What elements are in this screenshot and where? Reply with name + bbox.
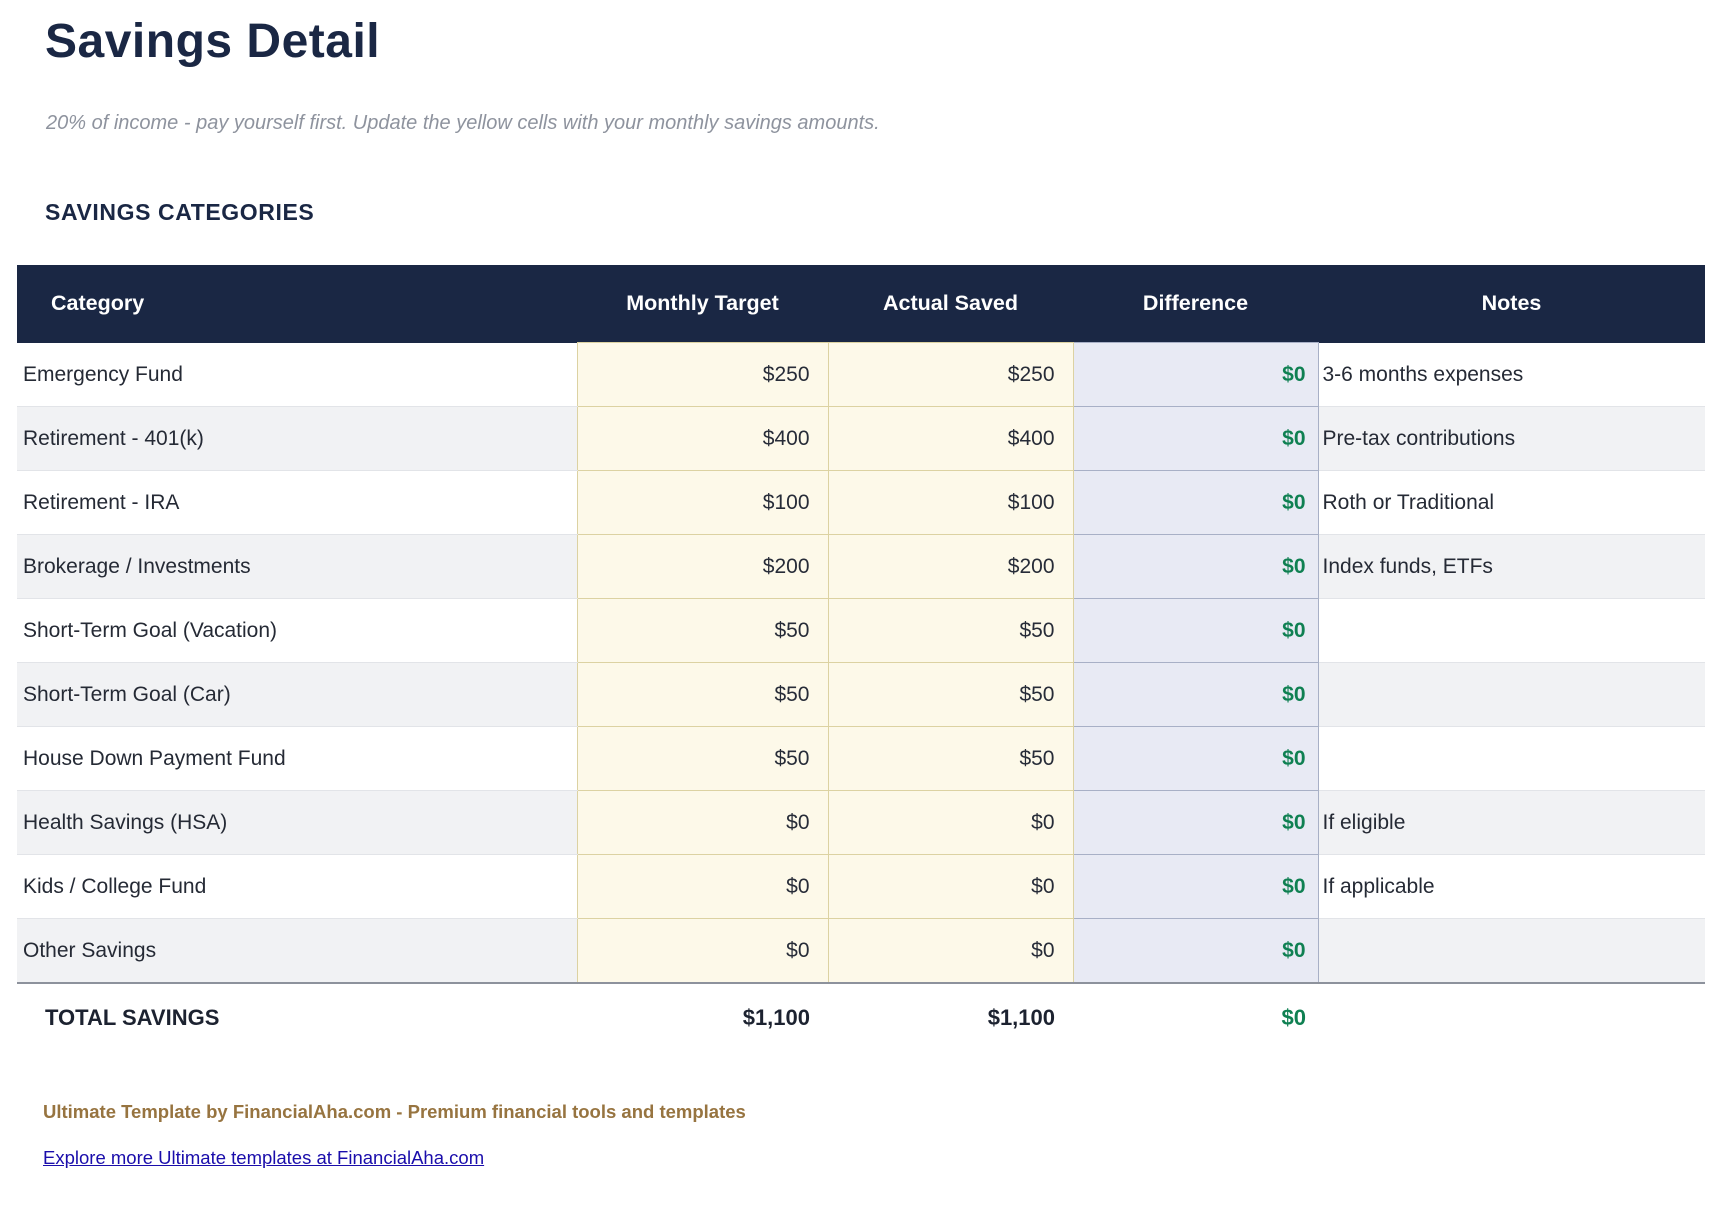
actual-saved-cell[interactable]: $400	[828, 407, 1073, 471]
category-cell: Health Savings (HSA)	[17, 791, 577, 855]
actual-saved-cell[interactable]: $50	[828, 663, 1073, 727]
actual-saved-cell[interactable]: $100	[828, 471, 1073, 535]
table-row: Retirement - IRA $100 $100 $0 Roth or Tr…	[17, 471, 1705, 535]
notes-cell	[1318, 599, 1705, 663]
actual-saved-cell[interactable]: $0	[828, 919, 1073, 984]
explore-templates-link[interactable]: Explore more Ultimate templates at Finan…	[43, 1147, 484, 1169]
table-row: Kids / College Fund $0 $0 $0 If applicab…	[17, 855, 1705, 919]
difference-cell: $0	[1073, 919, 1318, 984]
monthly-target-cell[interactable]: $0	[577, 791, 828, 855]
notes-cell: Roth or Traditional	[1318, 471, 1705, 535]
page-subtitle: 20% of income - pay yourself first. Upda…	[46, 112, 1705, 135]
category-cell: Retirement - IRA	[17, 471, 577, 535]
table-header-row: Category Monthly Target Actual Saved Dif…	[17, 265, 1705, 343]
total-difference-value: $0	[1073, 983, 1318, 1052]
savings-detail-page: Savings Detail 20% of income - pay yours…	[0, 14, 1726, 1169]
table-row: Health Savings (HSA) $0 $0 $0 If eligibl…	[17, 791, 1705, 855]
difference-cell: $0	[1073, 727, 1318, 791]
difference-cell: $0	[1073, 855, 1318, 919]
column-header-notes: Notes	[1318, 265, 1705, 343]
category-cell: Brokerage / Investments	[17, 535, 577, 599]
category-cell: Emergency Fund	[17, 343, 577, 407]
table-row: House Down Payment Fund $50 $50 $0	[17, 727, 1705, 791]
monthly-target-cell[interactable]: $100	[577, 471, 828, 535]
difference-cell: $0	[1073, 663, 1318, 727]
notes-cell: 3-6 months expenses	[1318, 343, 1705, 407]
column-header-monthly-target: Monthly Target	[577, 265, 828, 343]
section-title-savings-categories: SAVINGS CATEGORIES	[45, 199, 1705, 226]
actual-saved-cell[interactable]: $0	[828, 791, 1073, 855]
total-monthly-target-value: $1,100	[577, 983, 828, 1052]
difference-cell: $0	[1073, 343, 1318, 407]
table-row: Other Savings $0 $0 $0	[17, 919, 1705, 984]
page-title: Savings Detail	[45, 14, 1705, 69]
savings-categories-table: Category Monthly Target Actual Saved Dif…	[17, 265, 1705, 1052]
notes-cell: If eligible	[1318, 791, 1705, 855]
notes-cell: If applicable	[1318, 855, 1705, 919]
total-notes-empty-cell	[1318, 983, 1705, 1052]
total-row: TOTAL SAVINGS $1,100 $1,100 $0	[17, 983, 1705, 1052]
category-cell: House Down Payment Fund	[17, 727, 577, 791]
actual-saved-cell[interactable]: $50	[828, 727, 1073, 791]
monthly-target-cell[interactable]: $50	[577, 727, 828, 791]
notes-cell	[1318, 919, 1705, 984]
category-cell: Other Savings	[17, 919, 577, 984]
notes-cell: Pre-tax contributions	[1318, 407, 1705, 471]
column-header-actual-saved: Actual Saved	[828, 265, 1073, 343]
monthly-target-cell[interactable]: $0	[577, 919, 828, 984]
actual-saved-cell[interactable]: $200	[828, 535, 1073, 599]
actual-saved-cell[interactable]: $250	[828, 343, 1073, 407]
category-cell: Short-Term Goal (Vacation)	[17, 599, 577, 663]
table-row: Emergency Fund $250 $250 $0 3-6 months e…	[17, 343, 1705, 407]
difference-cell: $0	[1073, 599, 1318, 663]
monthly-target-cell[interactable]: $200	[577, 535, 828, 599]
monthly-target-cell[interactable]: $50	[577, 663, 828, 727]
monthly-target-cell[interactable]: $50	[577, 599, 828, 663]
actual-saved-cell[interactable]: $50	[828, 599, 1073, 663]
total-savings-label: TOTAL SAVINGS	[17, 983, 577, 1052]
table-row: Retirement - 401(k) $400 $400 $0 Pre-tax…	[17, 407, 1705, 471]
column-header-category: Category	[17, 265, 577, 343]
category-cell: Kids / College Fund	[17, 855, 577, 919]
difference-cell: $0	[1073, 471, 1318, 535]
total-actual-saved-value: $1,100	[828, 983, 1073, 1052]
difference-cell: $0	[1073, 791, 1318, 855]
table-row: Short-Term Goal (Vacation) $50 $50 $0	[17, 599, 1705, 663]
monthly-target-cell[interactable]: $0	[577, 855, 828, 919]
table-row: Brokerage / Investments $200 $200 $0 Ind…	[17, 535, 1705, 599]
actual-saved-cell[interactable]: $0	[828, 855, 1073, 919]
notes-cell	[1318, 727, 1705, 791]
difference-cell: $0	[1073, 535, 1318, 599]
branding-text: Ultimate Template by FinancialAha.com - …	[43, 1101, 1705, 1123]
category-cell: Short-Term Goal (Car)	[17, 663, 577, 727]
column-header-difference: Difference	[1073, 265, 1318, 343]
monthly-target-cell[interactable]: $400	[577, 407, 828, 471]
difference-cell: $0	[1073, 407, 1318, 471]
table-row: Short-Term Goal (Car) $50 $50 $0	[17, 663, 1705, 727]
category-cell: Retirement - 401(k)	[17, 407, 577, 471]
monthly-target-cell[interactable]: $250	[577, 343, 828, 407]
notes-cell	[1318, 663, 1705, 727]
notes-cell: Index funds, ETFs	[1318, 535, 1705, 599]
